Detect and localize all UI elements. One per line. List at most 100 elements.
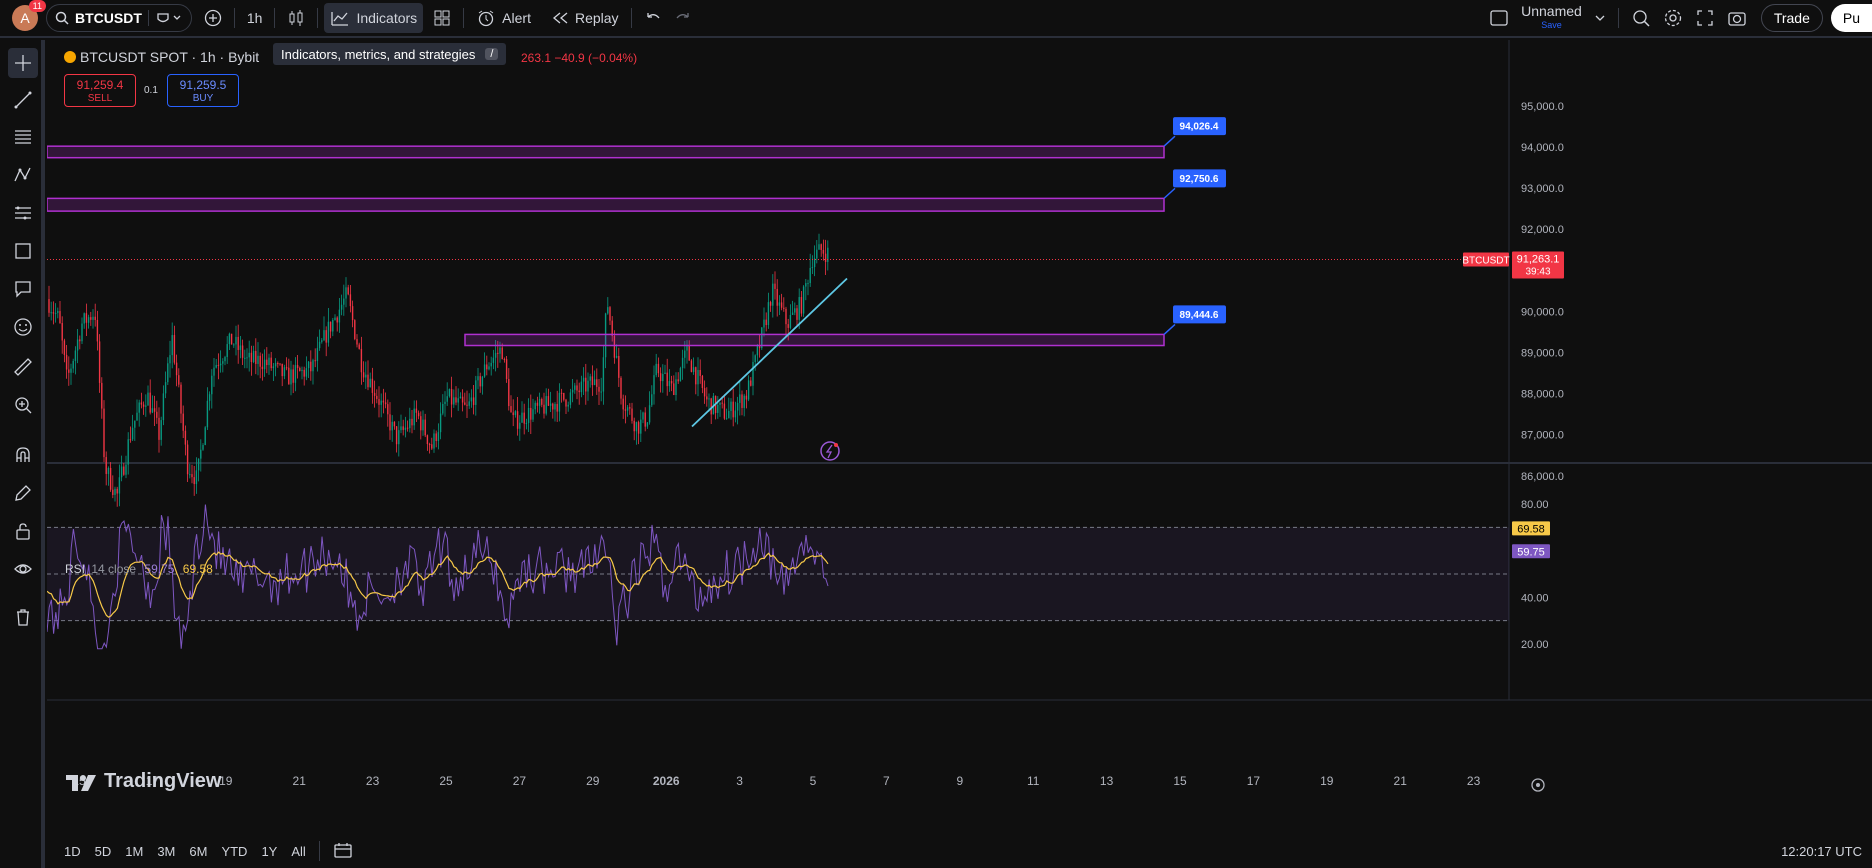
symbol-search[interactable]: BTCUSDT [46, 4, 192, 32]
candle-body [145, 405, 147, 407]
candle-body [637, 422, 640, 434]
timeframe-button[interactable]: 1h [241, 3, 269, 33]
candle-body [365, 374, 367, 378]
trendline-icon [14, 91, 32, 109]
quick-search-button[interactable] [1625, 3, 1657, 33]
candle-body [785, 308, 787, 325]
shape-tool[interactable] [8, 236, 38, 266]
candle-body [98, 341, 101, 383]
divider [233, 8, 235, 28]
lock-tool[interactable] [8, 516, 38, 546]
undo-button[interactable] [638, 3, 668, 33]
time-axis-label: 19 [1320, 774, 1334, 788]
divider [318, 841, 320, 861]
candle-body [404, 427, 407, 430]
candle-body [211, 375, 213, 395]
candle-body [261, 366, 264, 370]
tv-logo-icon [66, 774, 96, 791]
zoom-tool[interactable] [8, 390, 38, 420]
measure-tool[interactable] [8, 352, 38, 382]
candle-body [81, 323, 83, 342]
range-button-all[interactable]: All [284, 844, 312, 859]
range-button-6m[interactable]: 6M [182, 844, 214, 859]
select-checkbox[interactable] [1483, 3, 1515, 33]
candle-body [398, 430, 400, 445]
candle-body [406, 427, 409, 429]
indicators-button[interactable]: Indicators [324, 3, 424, 33]
candle-body [732, 401, 734, 418]
compare-dropdown-icon[interactable] [155, 11, 183, 25]
time-axis-label: 29 [586, 774, 600, 788]
publish-button[interactable]: Pu [1830, 4, 1872, 32]
indicators-tooltip: Indicators, metrics, and strategies / [273, 43, 507, 65]
rsi-axis-label: 20.00 [1521, 639, 1549, 651]
candle-body [323, 330, 325, 341]
projection-tool[interactable] [8, 198, 38, 228]
hide-tool[interactable] [8, 554, 38, 584]
zone-price-label: 92,750.6 [1180, 174, 1219, 185]
time-axis-label: 5 [810, 774, 817, 788]
candle-body [400, 426, 402, 431]
candle-body [725, 418, 728, 420]
candle-body [600, 391, 602, 393]
notification-badge: 11 [28, 0, 46, 12]
crosshair-tool[interactable] [8, 48, 38, 78]
candle-body [380, 400, 382, 405]
candle-body [692, 367, 695, 372]
candle-body [79, 339, 81, 342]
candle-body [92, 316, 94, 320]
delete-tool[interactable] [8, 602, 38, 632]
clock[interactable]: 12:20:17 UTC [1781, 844, 1862, 859]
candle-body [200, 449, 202, 459]
candle-body [134, 420, 136, 428]
candle-body [391, 421, 393, 431]
text-tool[interactable] [8, 274, 38, 304]
range-button-1y[interactable]: 1Y [254, 844, 284, 859]
sell-button[interactable]: 91,259.4 SELL [64, 74, 136, 107]
candle-body [545, 396, 547, 414]
candle-body [420, 416, 422, 431]
candle-body [787, 324, 789, 328]
snapshot-button[interactable] [1721, 3, 1753, 33]
chart-type-button[interactable] [281, 3, 311, 33]
layout-name[interactable]: Unnamed Save [1515, 3, 1588, 33]
candle-body [444, 401, 446, 404]
range-button-1d[interactable]: 1D [57, 844, 88, 859]
user-avatar[interactable]: A 11 [12, 0, 46, 31]
divider [1617, 8, 1619, 28]
replay-button[interactable]: Replay [545, 3, 625, 33]
range-button-ytd[interactable]: YTD [214, 844, 254, 859]
candle-body [87, 317, 90, 323]
candle-body [252, 350, 255, 362]
compare-add-button[interactable] [198, 3, 228, 33]
trade-button[interactable]: Trade [1760, 4, 1823, 32]
candle-body [483, 364, 486, 377]
candle-body [149, 392, 151, 413]
redo-button[interactable] [668, 3, 698, 33]
fib-tool[interactable] [8, 122, 38, 152]
range-button-1m[interactable]: 1M [118, 844, 150, 859]
fullscreen-button[interactable] [1689, 3, 1721, 33]
magnet-tool[interactable] [8, 440, 38, 470]
rsi-params: 14 close [91, 562, 137, 576]
layouts-button[interactable] [427, 3, 457, 33]
icon-tool[interactable] [8, 312, 38, 342]
chart-canvas[interactable]: 95,000.0 94,000.0 93,000.0 92,000.0 90,000.0… [47, 40, 1872, 868]
layout-dropdown[interactable] [1588, 3, 1612, 33]
stay-drawing-tool[interactable] [8, 478, 38, 508]
date-range-button[interactable] [326, 841, 360, 862]
pattern-tool[interactable] [8, 160, 38, 190]
candle-body [541, 399, 543, 405]
candle-body [107, 467, 110, 474]
avatar-letter: A [20, 10, 30, 26]
range-button-5d[interactable]: 5D [88, 844, 119, 859]
range-button-3m[interactable]: 3M [150, 844, 182, 859]
lock-icon [16, 523, 30, 540]
settings-button[interactable] [1657, 3, 1689, 33]
trendline-tool[interactable] [8, 85, 38, 115]
buy-button[interactable]: 91,259.5 BUY [167, 74, 239, 107]
alert-button[interactable]: Alert [470, 3, 537, 33]
candle-body [279, 363, 281, 365]
candle-body [318, 341, 321, 349]
candle-body [169, 355, 171, 364]
